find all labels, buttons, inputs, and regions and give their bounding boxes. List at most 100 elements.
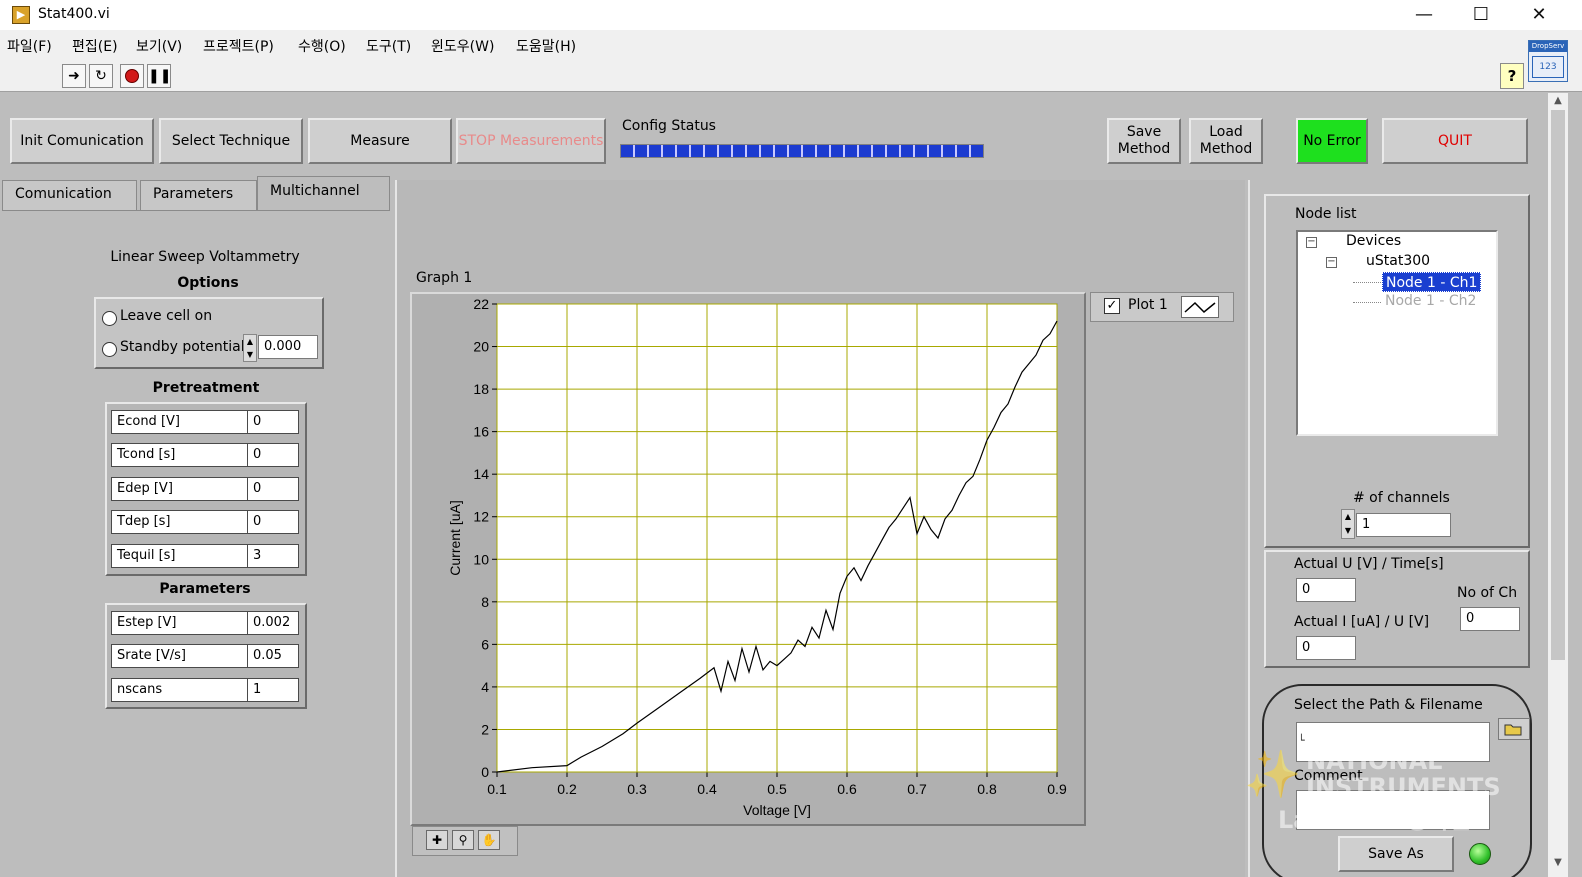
progress-fill bbox=[621, 145, 983, 157]
measure-button[interactable]: Measure bbox=[308, 118, 452, 164]
y-tick-label: 2 bbox=[481, 721, 489, 737]
edep-value[interactable]: 0 bbox=[249, 478, 298, 500]
econd-label: Econd [V] bbox=[112, 411, 248, 433]
tequil-value[interactable]: 3 bbox=[249, 545, 298, 567]
standby-potential-input[interactable]: 0.000 bbox=[258, 335, 318, 359]
minimize-icon[interactable]: — bbox=[1395, 0, 1453, 30]
srate-value[interactable]: 0.05 bbox=[249, 645, 298, 667]
y-tick-label: 10 bbox=[473, 551, 489, 567]
y-tick-label: 6 bbox=[481, 636, 489, 652]
no-error-indicator[interactable]: No Error bbox=[1296, 118, 1368, 164]
tdep-field[interactable]: Tdep [s] 0 bbox=[111, 510, 299, 534]
tree-connector bbox=[1353, 282, 1381, 283]
title-bar bbox=[0, 0, 1582, 30]
tree-devices[interactable]: Devices bbox=[1346, 233, 1401, 249]
tab-communication[interactable]: Comunication bbox=[2, 180, 137, 211]
menu-tools[interactable]: 도구(T) bbox=[366, 36, 411, 56]
tab-parameters[interactable]: Parameters bbox=[140, 180, 257, 211]
zoom-icon[interactable]: ⚲ bbox=[452, 830, 474, 850]
y-tick-label: 18 bbox=[473, 381, 489, 397]
estep-field[interactable]: Estep [V] 0.002 bbox=[111, 611, 299, 635]
cursor-move-icon[interactable]: ✚ bbox=[426, 830, 448, 850]
plot-style-swatch[interactable] bbox=[1181, 296, 1219, 318]
econd-value[interactable]: 0 bbox=[249, 411, 298, 433]
edep-label: Edep [V] bbox=[112, 478, 248, 500]
x-tick-label: 0.8 bbox=[977, 781, 997, 797]
tcond-label: Tcond [s] bbox=[112, 444, 248, 466]
labview-evaluation-watermark: ✨ NATIONAL INSTRUMENTS LabVIEW 평가판 bbox=[1244, 745, 1524, 845]
nscans-value[interactable]: 1 bbox=[249, 679, 298, 701]
parameters-title: Parameters bbox=[159, 581, 251, 597]
config-status-progress bbox=[620, 144, 984, 158]
menu-window[interactable]: 윈도우(W) bbox=[431, 36, 494, 56]
channels-label: # of channels bbox=[1353, 490, 1450, 506]
no-of-ch-value: 0 bbox=[1460, 607, 1520, 631]
load-method-label: Load Method bbox=[1199, 124, 1253, 157]
econd-field[interactable]: Econd [V] 0 bbox=[111, 410, 299, 434]
menu-operate[interactable]: 수행(O) bbox=[298, 36, 346, 56]
tree-node-ch1[interactable]: Node 1 - Ch1 bbox=[1382, 272, 1482, 292]
scrollbar-thumb[interactable] bbox=[1551, 110, 1565, 660]
collapse-ustat-icon[interactable]: − bbox=[1326, 257, 1337, 268]
leave-cell-on-label: Leave cell on bbox=[120, 308, 213, 324]
pause-icon[interactable]: ❚❚ bbox=[147, 64, 171, 88]
y-tick-label: 0 bbox=[481, 764, 489, 780]
menu-file[interactable]: 파일(F) bbox=[7, 36, 52, 56]
y-tick-label: 20 bbox=[473, 339, 489, 355]
run-continuously-icon[interactable]: ↻ bbox=[89, 64, 113, 88]
edep-field[interactable]: Edep [V] 0 bbox=[111, 477, 299, 501]
tab-multichannel[interactable]: Multichannel bbox=[257, 176, 390, 211]
standby-potential-radio[interactable] bbox=[102, 342, 117, 357]
leave-cell-on-radio[interactable] bbox=[102, 311, 117, 326]
init-communication-button[interactable]: Init Comunication bbox=[10, 118, 154, 164]
maximize-icon[interactable]: ☐ bbox=[1452, 0, 1510, 30]
vi-connector-icon: DropServ 123 bbox=[1528, 40, 1568, 82]
help-icon[interactable]: ? bbox=[1500, 63, 1524, 89]
select-technique-button[interactable]: Select Technique bbox=[159, 118, 303, 164]
tcond-field[interactable]: Tcond [s] 0 bbox=[111, 443, 299, 467]
tree-device-ustat300[interactable]: uStat300 bbox=[1366, 253, 1430, 269]
tdep-label: Tdep [s] bbox=[112, 511, 248, 533]
tdep-value[interactable]: 0 bbox=[249, 511, 298, 533]
waveform-graph[interactable]: 0.1 0.2 0.3 0.4 0.5 0.6 0.7 0.8 0.9 0 2 4 6 8 10 12 14 16… bbox=[410, 292, 1086, 826]
abort-icon[interactable] bbox=[120, 64, 144, 88]
watermark-line3: LabVIEW 평가판 bbox=[1278, 806, 1472, 834]
pan-hand-icon[interactable]: ✋ bbox=[478, 830, 500, 850]
save-method-button[interactable]: Save Method bbox=[1107, 118, 1181, 164]
stop-measurements-button[interactable]: STOP Measurements bbox=[456, 118, 606, 164]
y-tick-label: 14 bbox=[473, 466, 489, 482]
tcond-value[interactable]: 0 bbox=[249, 444, 298, 466]
plot-visible-checkbox[interactable]: ✓ bbox=[1104, 298, 1120, 314]
menu-edit[interactable]: 편집(E) bbox=[72, 36, 118, 56]
node-list-title: Node list bbox=[1295, 206, 1357, 222]
tree-node-ch2[interactable]: Node 1 - Ch2 bbox=[1385, 293, 1476, 309]
tree-connector bbox=[1353, 302, 1381, 303]
standby-stepper[interactable]: ▲ ▼ bbox=[243, 334, 257, 362]
close-icon[interactable]: ✕ bbox=[1510, 0, 1568, 30]
load-method-button[interactable]: Load Method bbox=[1189, 118, 1263, 164]
channels-stepper[interactable]: ▲ ▼ bbox=[1341, 509, 1355, 539]
y-tick-label: 22 bbox=[473, 296, 489, 312]
ni-logo-icon: ✨ bbox=[1244, 747, 1302, 801]
vi-icon-title: DropServ bbox=[1529, 41, 1567, 52]
collapse-devices-icon[interactable]: − bbox=[1306, 237, 1317, 248]
run-arrow-icon[interactable]: ➜ bbox=[62, 64, 86, 88]
menu-help[interactable]: 도움말(H) bbox=[516, 36, 576, 56]
x-tick-label: 0.3 bbox=[627, 781, 647, 797]
tequil-field[interactable]: Tequil [s] 3 bbox=[111, 544, 299, 568]
scroll-up-icon[interactable]: ▲ bbox=[1548, 95, 1568, 111]
scroll-down-icon[interactable]: ▼ bbox=[1548, 857, 1568, 873]
quit-button[interactable]: QUIT bbox=[1382, 118, 1528, 164]
line-style-icon bbox=[1184, 301, 1216, 314]
nscans-field[interactable]: nscans 1 bbox=[111, 678, 299, 702]
x-tick-label: 0.9 bbox=[1047, 781, 1067, 797]
vi-icon-value: 123 bbox=[1532, 56, 1564, 78]
srate-field[interactable]: Srate [V/s] 0.05 bbox=[111, 644, 299, 668]
browse-folder-icon[interactable] bbox=[1498, 718, 1530, 740]
menu-project[interactable]: 프로젝트(P) bbox=[203, 36, 274, 56]
srate-label: Srate [V/s] bbox=[112, 645, 248, 667]
estep-value[interactable]: 0.002 bbox=[249, 612, 298, 634]
channels-input[interactable]: 1 bbox=[1356, 513, 1451, 537]
actual-i-label: Actual I [uA] / U [V] bbox=[1294, 614, 1430, 630]
menu-view[interactable]: 보기(V) bbox=[136, 36, 182, 56]
